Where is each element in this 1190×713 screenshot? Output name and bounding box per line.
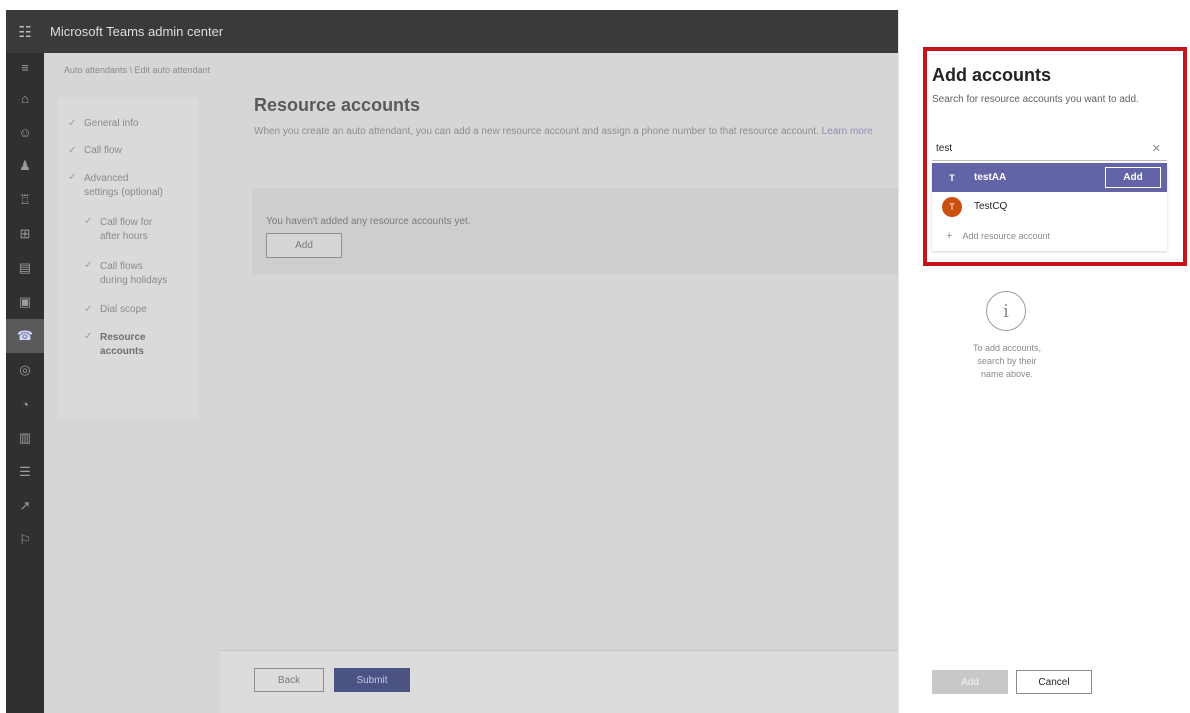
check-icon: ✓: [84, 304, 93, 315]
locations-icon[interactable]: ⊞: [6, 217, 44, 251]
check-icon: ✓: [84, 260, 93, 271]
meetings-icon[interactable]: ▤: [6, 251, 44, 285]
breadcrumb[interactable]: Auto attendants \ Edit auto attendant: [64, 65, 210, 75]
check-icon: ✓: [68, 172, 77, 183]
section-header: Resource accounts When you create an aut…: [254, 95, 874, 139]
analytics-icon[interactable]: ◔: [6, 387, 44, 421]
search-results: T testAA Add T TestCQ + Add resource acc…: [932, 163, 1167, 251]
submit-button[interactable]: Submit: [334, 668, 410, 692]
plus-icon: +: [946, 230, 953, 242]
devices-icon[interactable]: ♖: [6, 183, 44, 217]
result-name: TestCQ: [974, 201, 1008, 212]
panel-subtitle: Search for resource accounts you want to…: [932, 94, 1139, 105]
panel-cancel-button[interactable]: Cancel: [1016, 670, 1092, 694]
result-name: testAA: [974, 172, 1007, 183]
avatar: T: [942, 196, 962, 217]
check-icon: ✓: [84, 331, 93, 342]
add-accounts-panel: Add accounts Search for resource account…: [898, 10, 1190, 713]
waffle-icon[interactable]: ☷: [6, 10, 44, 53]
step-advanced-settings[interactable]: ✓ Advanced settings (optional): [68, 172, 198, 200]
search-value: test: [936, 143, 953, 154]
teams-icon[interactable]: ☺: [6, 115, 44, 149]
step-call-flows-holidays[interactable]: ✓ Call flows during holidays: [84, 260, 198, 288]
step-resource-accounts[interactable]: ✓ Resource accounts: [84, 331, 198, 359]
result-item-testcq[interactable]: T TestCQ: [932, 192, 1167, 221]
page-title: Resource accounts: [254, 95, 421, 115]
info-text: To add accounts, search by their name ab…: [972, 343, 1042, 379]
planning-icon[interactable]: ☰: [6, 455, 44, 489]
wizard-steps: ✓ General info ✓ Call flow ✓ Advanced se…: [58, 98, 198, 418]
voice-icon[interactable]: ☎: [6, 319, 44, 353]
info-icon: i: [986, 291, 1026, 331]
add-resource-account-button[interactable]: Add: [266, 233, 342, 258]
close-icon[interactable]: ✕: [1152, 142, 1161, 155]
avatar: T: [942, 167, 962, 188]
app-window: ☷ Microsoft Teams admin center ≡ ⌂ ☺ ♟ ♖…: [6, 10, 1190, 713]
org-settings-icon[interactable]: ▥: [6, 421, 44, 455]
hamburger-icon[interactable]: ≡: [6, 53, 44, 81]
main-content: Auto attendants \ Edit auto attendant ✓ …: [44, 53, 898, 713]
add-account-button[interactable]: Add: [1105, 167, 1161, 188]
top-bar: ☷ Microsoft Teams admin center: [6, 10, 898, 53]
messaging-icon[interactable]: ▣: [6, 285, 44, 319]
result-item-testaa[interactable]: T testAA Add: [932, 163, 1167, 192]
notifications-icon[interactable]: ↗: [6, 489, 44, 523]
users-icon[interactable]: ♟: [6, 149, 44, 183]
search-input[interactable]: test ✕: [932, 137, 1167, 161]
app-title: Microsoft Teams admin center: [50, 24, 224, 39]
panel-add-button[interactable]: Add: [932, 670, 1008, 694]
empty-state-text: You haven't added any resource accounts …: [266, 216, 471, 227]
step-call-flow[interactable]: ✓ Call flow: [68, 145, 198, 156]
policy-packages-icon[interactable]: ◎: [6, 353, 44, 387]
home-icon[interactable]: ⌂: [6, 81, 44, 115]
back-button[interactable]: Back: [254, 668, 324, 692]
left-rail: ≡ ⌂ ☺ ♟ ♖ ⊞ ▤ ▣ ☎ ◎ ◔ ▥ ☰ ↗ ⚐: [6, 53, 44, 713]
step-dial-scope[interactable]: ✓ Dial scope: [84, 304, 198, 315]
page-description: When you create an auto attendant, you c…: [254, 126, 873, 137]
check-icon: ✓: [68, 145, 77, 156]
add-resource-account-link[interactable]: + Add resource account: [932, 221, 1167, 251]
step-call-flow-after-hours[interactable]: ✓ Call flow for after hours: [84, 216, 198, 244]
step-general-info[interactable]: ✓ General info: [68, 118, 198, 129]
check-icon: ✓: [68, 118, 77, 129]
learn-more-link[interactable]: Learn more: [822, 126, 873, 137]
resource-accounts-card: You haven't added any resource accounts …: [252, 188, 898, 274]
check-icon: ✓: [84, 216, 93, 227]
wizard-footer: Back Submit: [220, 650, 898, 713]
call-quality-icon[interactable]: ⚐: [6, 523, 44, 557]
panel-title: Add accounts: [932, 65, 1052, 85]
